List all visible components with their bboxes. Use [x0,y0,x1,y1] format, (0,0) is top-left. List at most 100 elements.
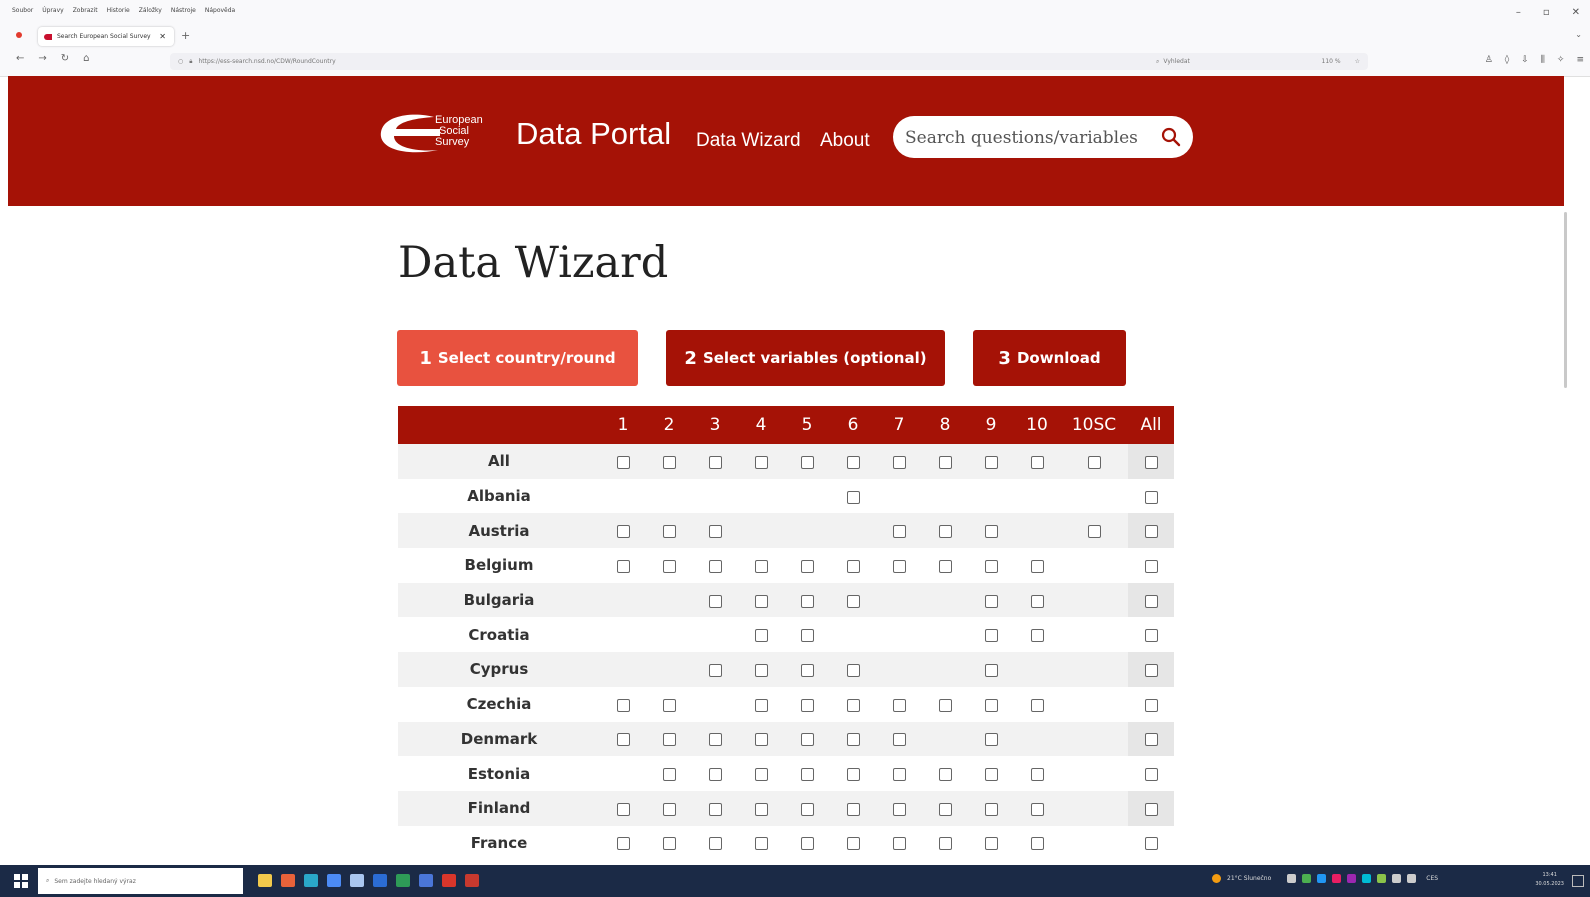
round-checkbox[interactable] [1144,802,1158,816]
round-checkbox[interactable] [662,525,676,539]
round-checkbox[interactable] [984,733,998,747]
nav-link-data-wizard[interactable]: Data Wizard [696,130,801,152]
round-checkbox[interactable] [754,663,768,677]
round-checkbox[interactable] [708,594,722,608]
step-1-select-country-round[interactable]: 1 Select country/round [397,330,638,386]
portal-title[interactable]: Data Portal [516,116,671,152]
round-checkbox[interactable] [662,768,676,782]
round-checkbox[interactable] [800,594,814,608]
store-icon[interactable] [350,874,364,887]
round-checkbox[interactable] [754,594,768,608]
round-checkbox[interactable] [984,594,998,608]
tray-icon[interactable] [1332,874,1342,883]
language-indicator[interactable]: CES [1426,875,1438,882]
minimize-icon[interactable]: – [1516,7,1521,18]
pocket-icon[interactable]: ◊ [1505,55,1509,65]
round-checkbox[interactable] [754,559,768,573]
round-checkbox[interactable] [1144,837,1158,851]
extensions-icon[interactable]: ✧ [1557,55,1565,65]
round-checkbox[interactable] [662,559,676,573]
round-checkbox[interactable] [616,559,630,573]
tray-icon[interactable] [1287,874,1297,883]
chrome-icon[interactable] [327,874,341,887]
round-checkbox[interactable] [984,629,998,643]
round-checkbox[interactable] [938,768,952,782]
round-checkbox[interactable] [984,455,998,469]
round-checkbox[interactable] [984,802,998,816]
round-checkbox[interactable] [800,768,814,782]
round-checkbox[interactable] [1144,490,1158,504]
round-checkbox[interactable] [616,733,630,747]
outlook-icon[interactable] [373,874,387,887]
tray-icon[interactable] [1377,874,1387,883]
round-checkbox[interactable] [1030,594,1044,608]
round-checkbox[interactable] [1144,698,1158,712]
round-checkbox[interactable] [1030,455,1044,469]
round-checkbox[interactable] [1030,698,1044,712]
firefox-view-icon[interactable] [16,32,22,38]
round-checkbox[interactable] [984,768,998,782]
nav-link-about[interactable]: About [820,130,870,152]
round-checkbox[interactable] [708,837,722,851]
web-search-box[interactable]: ⌕ Vyhledat [1156,55,1366,68]
round-checkbox[interactable] [846,768,860,782]
round-checkbox[interactable] [708,455,722,469]
round-checkbox[interactable] [662,733,676,747]
edge-icon[interactable] [304,874,318,887]
round-checkbox[interactable] [846,802,860,816]
round-checkbox[interactable] [754,455,768,469]
round-checkbox[interactable] [846,837,860,851]
round-checkbox[interactable] [616,455,630,469]
volume-icon[interactable] [1407,874,1417,883]
round-checkbox[interactable] [800,802,814,816]
round-checkbox[interactable] [846,490,860,504]
round-checkbox[interactable] [1144,768,1158,782]
round-checkbox[interactable] [616,802,630,816]
round-checkbox[interactable] [754,733,768,747]
powerpoint-icon[interactable] [465,874,479,887]
excel-icon[interactable] [396,874,410,887]
weather-icon[interactable] [1212,874,1221,883]
browser-menu-item[interactable]: Úpravy [42,7,63,14]
new-tab-icon[interactable]: + [181,29,190,42]
menu-icon[interactable]: ≡ [1576,55,1584,65]
round-checkbox[interactable] [662,802,676,816]
reload-icon[interactable]: ↻ [61,53,69,64]
search-icon[interactable] [1161,127,1181,147]
round-checkbox[interactable] [1030,837,1044,851]
round-checkbox[interactable] [1144,594,1158,608]
round-checkbox[interactable] [800,733,814,747]
downloads-icon[interactable]: ⇩ [1521,55,1529,65]
forward-icon[interactable]: → [38,53,46,64]
browser-menu-item[interactable]: Záložky [139,7,162,14]
round-checkbox[interactable] [662,837,676,851]
round-checkbox[interactable] [754,629,768,643]
round-checkbox[interactable] [1030,629,1044,643]
round-checkbox[interactable] [984,698,998,712]
round-checkbox[interactable] [892,455,906,469]
round-checkbox[interactable] [754,837,768,851]
round-checkbox[interactable] [616,525,630,539]
round-checkbox[interactable] [938,837,952,851]
round-checkbox[interactable] [892,525,906,539]
round-checkbox[interactable] [800,698,814,712]
round-checkbox[interactable] [846,698,860,712]
round-checkbox[interactable] [984,663,998,677]
round-checkbox[interactable] [1144,629,1158,643]
step-3-download[interactable]: 3 Download [973,330,1126,386]
round-checkbox[interactable] [708,559,722,573]
round-checkbox[interactable] [708,733,722,747]
round-checkbox[interactable] [892,559,906,573]
round-checkbox[interactable] [1144,663,1158,677]
browser-menu-item[interactable]: Zobrazit [73,7,98,14]
round-checkbox[interactable] [984,837,998,851]
round-checkbox[interactable] [800,455,814,469]
browser-tab[interactable]: Search European Social Survey ✕ [38,27,174,46]
round-checkbox[interactable] [892,837,906,851]
firefox-icon[interactable] [281,874,295,887]
lock-icon[interactable]: 🔒︎ [189,58,192,66]
round-checkbox[interactable] [754,768,768,782]
round-checkbox[interactable] [892,768,906,782]
tray-icon[interactable] [1302,874,1312,883]
round-checkbox[interactable] [708,802,722,816]
